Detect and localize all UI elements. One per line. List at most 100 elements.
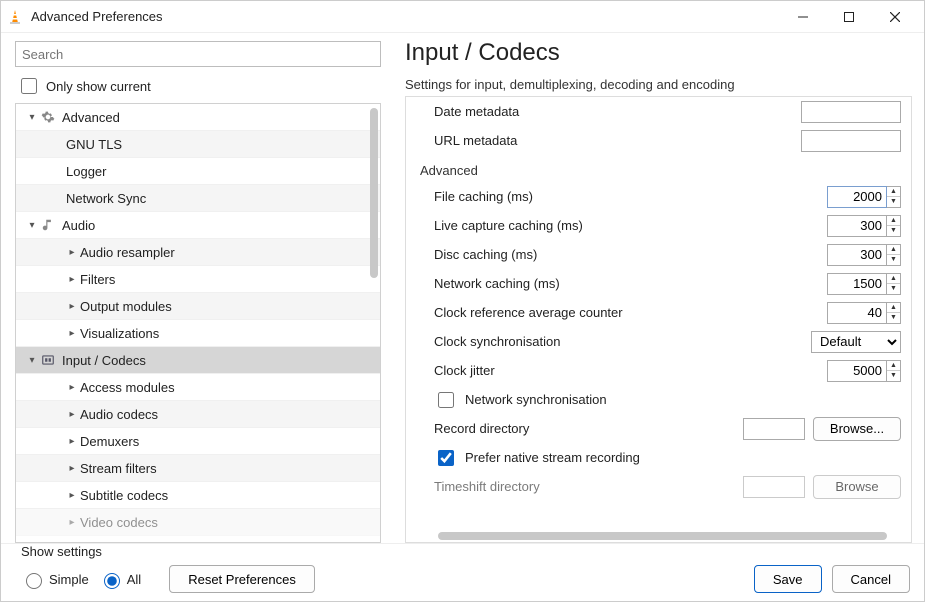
cancel-button[interactable]: Cancel: [832, 565, 910, 593]
tree-node-demuxers[interactable]: ▸Demuxers: [16, 428, 380, 455]
row-file-caching: File caching (ms) ▲▼: [406, 182, 911, 211]
titlebar: Advanced Preferences: [1, 1, 924, 33]
record-dir-label: Record directory: [434, 421, 743, 436]
spin-down-icon: ▼: [887, 284, 900, 294]
chevron-right-icon: ▸: [66, 301, 78, 312]
page-subtitle: Settings for input, demultiplexing, deco…: [405, 77, 912, 92]
row-live-capture: Live capture caching (ms) ▲▼: [406, 211, 911, 240]
preferences-tree[interactable]: ▾ Advanced GNU TLS Logger Network Sync ▾…: [16, 104, 380, 542]
chevron-down-icon: ▾: [26, 112, 38, 123]
spin-down-icon: ▼: [887, 371, 900, 381]
minimize-button[interactable]: [780, 1, 826, 33]
tree-scrollbar[interactable]: [370, 104, 378, 542]
row-timeshift-directory: Timeshift directory Browse: [406, 472, 911, 501]
tree-label: GNU TLS: [66, 137, 122, 152]
tree-node-access-modules[interactable]: ▸Access modules: [16, 374, 380, 401]
advanced-group-label: Advanced: [406, 155, 911, 182]
tree-node-input-codecs[interactable]: ▾ Input / Codecs: [16, 347, 380, 374]
timeshift-dir-input[interactable]: [743, 476, 805, 498]
chevron-right-icon: ▸: [66, 274, 78, 285]
search-input[interactable]: [15, 41, 381, 67]
tree-label: Network Sync: [66, 191, 146, 206]
clock-jitter-input[interactable]: [827, 360, 887, 382]
tree-label: Input / Codecs: [62, 353, 146, 368]
spin-buttons[interactable]: ▲▼: [887, 186, 901, 208]
spin-buttons[interactable]: ▲▼: [887, 360, 901, 382]
spin-buttons[interactable]: ▲▼: [887, 215, 901, 237]
tree-label: Audio resampler: [80, 245, 175, 260]
date-metadata-input[interactable]: [801, 101, 901, 123]
horizontal-scrollbar[interactable]: [438, 532, 887, 540]
tree-node-network-sync[interactable]: Network Sync: [16, 185, 380, 212]
chevron-down-icon: ▾: [26, 220, 38, 231]
tree-node-video-codecs[interactable]: ▸Video codecs: [16, 509, 380, 536]
radio-all-label: All: [127, 572, 141, 587]
tree-label: Subtitle codecs: [80, 488, 168, 503]
tree-label: Audio: [62, 218, 95, 233]
record-dir-input[interactable]: [743, 418, 805, 440]
tree-node-advanced[interactable]: ▾ Advanced: [16, 104, 380, 131]
spin-buttons[interactable]: ▲▼: [887, 302, 901, 324]
clock-ref-input[interactable]: [827, 302, 887, 324]
spin-buttons[interactable]: ▲▼: [887, 244, 901, 266]
tree-node-subtitle-codecs[interactable]: ▸Subtitle codecs: [16, 482, 380, 509]
row-network-caching: Network caching (ms) ▲▼: [406, 269, 911, 298]
left-pane: Only show current ▾ Advanced GNU TLS Log…: [1, 33, 391, 543]
row-network-synchronisation[interactable]: Network synchronisation: [406, 385, 911, 414]
chevron-right-icon: ▸: [66, 490, 78, 501]
tree-node-visualizations[interactable]: ▸Visualizations: [16, 320, 380, 347]
tree-label: Advanced: [62, 110, 120, 125]
clock-sync-select[interactable]: Default: [811, 331, 901, 353]
tree-node-filters[interactable]: ▸Filters: [16, 266, 380, 293]
tree-node-stream-filters[interactable]: ▸Stream filters: [16, 455, 380, 482]
url-metadata-input[interactable]: [801, 130, 901, 152]
radio-all[interactable]: [104, 573, 120, 589]
tree-label: Access modules: [80, 380, 175, 395]
close-button[interactable]: [872, 1, 918, 33]
tree-node-audio-codecs[interactable]: ▸Audio codecs: [16, 401, 380, 428]
tree-node-gnu-tls[interactable]: GNU TLS: [16, 131, 380, 158]
only-show-current-row[interactable]: Only show current: [17, 75, 381, 97]
clock-sync-label: Clock synchronisation: [434, 334, 811, 349]
chevron-right-icon: ▸: [66, 328, 78, 339]
spin-buttons[interactable]: ▲▼: [887, 273, 901, 295]
prefer-native-checkbox[interactable]: [438, 450, 454, 466]
tree-node-audio-resampler[interactable]: ▸Audio resampler: [16, 239, 380, 266]
chevron-right-icon: ▸: [66, 247, 78, 258]
tree-label: Output modules: [80, 299, 172, 314]
spin-down-icon: ▼: [887, 255, 900, 265]
row-url-metadata: URL metadata: [406, 126, 911, 155]
vlc-cone-icon: [7, 9, 23, 25]
network-sync-checkbox[interactable]: [438, 392, 454, 408]
network-caching-input[interactable]: [827, 273, 887, 295]
right-pane: Input / Codecs Settings for input, demul…: [391, 33, 924, 543]
save-button[interactable]: Save: [754, 565, 822, 593]
browse-record-button[interactable]: Browse...: [813, 417, 901, 441]
chevron-right-icon: ▸: [66, 436, 78, 447]
spin-down-icon: ▼: [887, 313, 900, 323]
file-caching-input[interactable]: [827, 186, 887, 208]
tree-node-audio[interactable]: ▾ Audio: [16, 212, 380, 239]
row-date-metadata: Date metadata: [406, 97, 911, 126]
row-prefer-native[interactable]: Prefer native stream recording: [406, 443, 911, 472]
tree-node-logger[interactable]: Logger: [16, 158, 380, 185]
page-title: Input / Codecs: [405, 39, 912, 67]
only-show-current-checkbox[interactable]: [21, 78, 37, 94]
live-capture-input[interactable]: [827, 215, 887, 237]
date-metadata-label: Date metadata: [434, 104, 801, 119]
file-caching-label: File caching (ms): [434, 189, 827, 204]
browse-timeshift-button[interactable]: Browse: [813, 475, 901, 499]
clock-jitter-label: Clock jitter: [434, 363, 827, 378]
tree-label: Demuxers: [80, 434, 139, 449]
reset-preferences-button[interactable]: Reset Preferences: [169, 565, 315, 593]
maximize-button[interactable]: [826, 1, 872, 33]
radio-all-row[interactable]: All: [99, 570, 141, 589]
disc-caching-label: Disc caching (ms): [434, 247, 827, 262]
radio-simple[interactable]: [26, 573, 42, 589]
tree-node-output-modules[interactable]: ▸Output modules: [16, 293, 380, 320]
disc-caching-input[interactable]: [827, 244, 887, 266]
radio-simple-row[interactable]: Simple: [21, 570, 89, 589]
tree-label: Video codecs: [80, 515, 158, 530]
spin-down-icon: ▼: [887, 197, 900, 207]
tree-container: ▾ Advanced GNU TLS Logger Network Sync ▾…: [15, 103, 381, 543]
